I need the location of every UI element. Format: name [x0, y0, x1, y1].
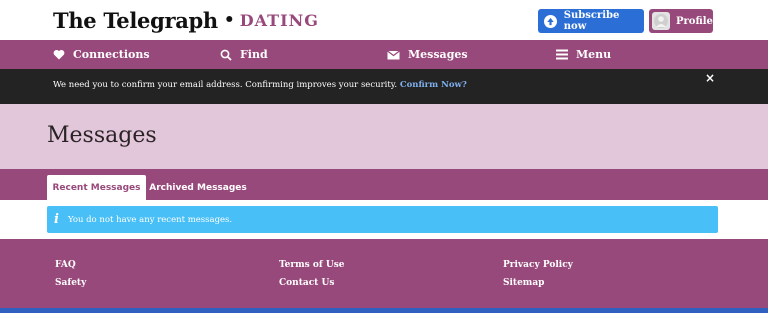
info-icon: i — [54, 212, 59, 227]
info-text: You do not have any recent messages. — [67, 214, 233, 225]
search-icon — [220, 49, 232, 61]
nav-item-menu[interactable]: Menu — [556, 40, 611, 69]
profile-button[interactable]: Profile — [649, 9, 713, 33]
tab-archived-messages[interactable]: Archived Messages — [148, 175, 248, 200]
tab-recent-messages[interactable]: Recent Messages — [47, 175, 146, 200]
close-icon[interactable]: × — [704, 72, 716, 84]
footer-link-safety[interactable]: Safety — [55, 278, 86, 288]
footer-link-sitemap[interactable]: Sitemap — [503, 278, 544, 288]
messages-content: i You do not have any recent messages. — [0, 200, 768, 239]
email-confirm-alert: We need you to confirm your email addres… — [0, 69, 768, 104]
logo-main-text: The Telegraph — [53, 7, 218, 33]
arrow-up-circle-icon — [544, 14, 557, 28]
nav-label-menu: Menu — [576, 48, 612, 61]
nav-label-messages: Messages — [408, 48, 468, 61]
bottom-strip — [0, 308, 768, 313]
logo-sub-text: DATING — [239, 10, 319, 30]
empty-messages-notice: i You do not have any recent messages. — [47, 206, 718, 233]
main-nav: Connections Find Messages Menu — [0, 40, 768, 69]
site-footer: FAQ Safety Terms of Use Contact Us Priva… — [0, 239, 768, 308]
hamburger-icon — [556, 49, 568, 60]
footer-link-privacy[interactable]: Privacy Policy — [503, 260, 573, 270]
alert-text: We need you to confirm your email addres… — [53, 80, 398, 90]
footer-link-faq[interactable]: FAQ — [55, 260, 76, 270]
footer-link-terms[interactable]: Terms of Use — [279, 260, 345, 270]
envelope-icon — [387, 50, 400, 60]
page-title: Messages — [47, 123, 157, 148]
site-header: The Telegraph • DATING Subscribe now Pro… — [0, 0, 768, 40]
nav-item-messages[interactable]: Messages — [387, 40, 468, 69]
confirm-now-link[interactable]: Confirm Now? — [400, 80, 467, 90]
nav-label-connections: Connections — [73, 48, 150, 61]
avatar-icon — [652, 12, 670, 30]
heart-icon — [53, 49, 65, 60]
telegraph-dating-logo[interactable]: The Telegraph • DATING — [53, 6, 319, 34]
profile-label: Profile — [676, 15, 713, 27]
page-title-band: Messages — [0, 104, 768, 169]
nav-item-find[interactable]: Find — [220, 40, 268, 69]
alert-message: We need you to confirm your email addres… — [53, 80, 467, 90]
nav-item-connections[interactable]: Connections — [53, 40, 150, 69]
logo-separator: • — [223, 10, 235, 30]
subscribe-button[interactable]: Subscribe now — [538, 9, 644, 33]
footer-link-contact[interactable]: Contact Us — [279, 278, 334, 288]
message-tabs: Recent Messages Archived Messages — [0, 169, 768, 200]
subscribe-label: Subscribe now — [563, 10, 620, 32]
nav-label-find: Find — [240, 48, 268, 61]
